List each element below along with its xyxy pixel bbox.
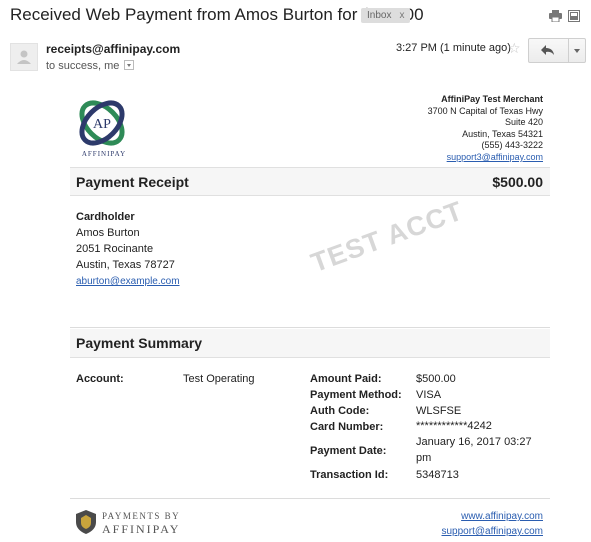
more-options-icon[interactable] [569,39,586,62]
merchant-info: AffiniPay Test Merchant 3700 N Capital o… [428,94,543,164]
payment-date-value-line1: January 16, 2017 03:27 [416,436,532,448]
reply-icon [541,45,554,55]
receipt-amount: $500.00 [492,174,543,190]
avatar[interactable] [10,43,38,71]
payment-method-label: Payment Method: [310,389,402,401]
payment-date-label: Payment Date: [310,445,387,457]
affinipay-logo: AP AFFINIPAY [76,97,128,163]
cardholder-section: Cardholder Amos Burton 2051 Rocinante Au… [76,209,180,290]
amount-paid-value: $500.00 [416,373,456,385]
recipients-line: to success, me [46,60,135,72]
logo-name: AFFINIPAY [81,150,127,158]
popout-icon[interactable] [568,9,580,27]
footer-brand-line2: AFFINIPAY [102,522,181,536]
account-label: Account: [76,373,124,385]
amount-paid-label: Amount Paid: [310,373,382,385]
footer-brand: PAYMENTS BY AFFINIPAY [102,510,180,536]
receipt-title: Payment Receipt [76,174,189,190]
print-icon[interactable] [549,9,562,27]
cardholder-street: 2051 Rocinante [76,243,154,255]
star-icon[interactable]: ☆ [508,40,521,57]
cardholder-heading: Cardholder [76,211,135,223]
transaction-id-value: 5348713 [416,469,459,481]
footer-divider [70,498,550,499]
footer-shield-icon [76,510,96,539]
remove-label-button[interactable]: x [399,10,404,21]
card-number-label: Card Number: [310,421,384,433]
reply-button-group [528,38,586,63]
cardholder-city: Austin, Texas 78727 [76,259,175,271]
auth-code-value: WLSFSE [416,405,462,417]
section-divider [70,327,550,328]
recipients-details-toggle[interactable] [124,60,135,71]
sender-email[interactable]: receipts@affinipay.com [46,42,180,56]
cardholder-email-link[interactable]: aburton@example.com [76,276,180,287]
merchant-email-link[interactable]: support3@affinipay.com [447,152,543,162]
recipients-text: to success, me [46,60,120,72]
footer-website-link[interactable]: www.affinipay.com [442,509,543,524]
logo-initials: AP [93,117,111,132]
avatar-icon [17,50,31,64]
summary-title: Payment Summary [76,335,203,351]
cardholder-name: Amos Burton [76,227,140,239]
footer-support-link[interactable]: support@affinipay.com [442,524,544,539]
auth-code-label: Auth Code: [310,405,370,417]
card-number-value: ************4242 [416,420,492,432]
merchant-address1: 3700 N Capital of Texas Hwy [427,105,543,116]
footer-brand-line1: PAYMENTS BY [102,511,181,521]
merchant-phone: (555) 443-3222 [481,140,543,151]
account-value: Test Operating [183,373,255,385]
merchant-city: Austin, Texas 54321 [462,128,543,139]
payment-summary-bar: Payment Summary [70,329,550,358]
reply-button[interactable] [529,39,569,62]
transaction-id-label: Transaction Id: [310,469,389,481]
payment-date-value-line2: pm [416,452,432,464]
test-account-watermark: TEST ACCT [307,195,468,279]
inbox-label-text: Inbox [367,10,392,21]
payment-method-value: VISA [416,389,442,401]
footer-links: www.affinipay.com support@affinipay.com [442,509,544,539]
payment-receipt-bar: Payment Receipt $500.00 [70,167,550,196]
timestamp: 3:27 PM (1 minute ago) [396,42,511,54]
subject-row: Received Web Payment from Amos Burton fo… [0,0,591,32]
merchant-name: AffiniPay Test Merchant [441,94,543,104]
inbox-label[interactable]: Inbox x [361,8,411,23]
merchant-address2: Suite 420 [504,117,543,128]
